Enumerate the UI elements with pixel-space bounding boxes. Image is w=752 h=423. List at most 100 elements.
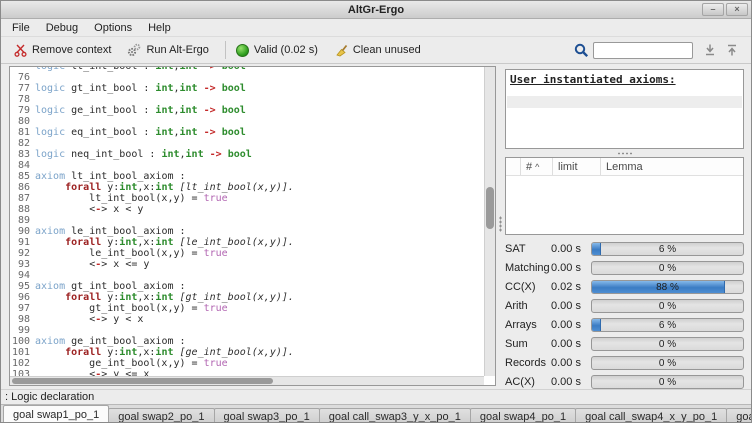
- code-line: 86 forall y:int,x:int [lt_int_bool(x,y)]…: [10, 182, 484, 193]
- menu-help[interactable]: Help: [140, 20, 179, 36]
- editor-vertical-scrollbar[interactable]: [484, 67, 495, 376]
- tab-goal-call_swap3_y_x_po_1[interactable]: goal call_swap3_y_x_po_1: [319, 408, 471, 423]
- tab-goal-swap3_po_1[interactable]: goal swap3_po_1: [214, 408, 320, 423]
- stat-row-arrays: Arrays0.00 s6 %: [505, 318, 744, 332]
- stat-row-arith: Arith0.00 s0 %: [505, 299, 744, 313]
- sort-ascending-icon: ^: [535, 162, 539, 172]
- instantiated-axioms-box[interactable]: User instantiated axioms:: [505, 69, 744, 149]
- stat-time: 0.02 s: [551, 281, 591, 293]
- code-lines: logic lt_int_bool : int,int -> bool7677l…: [10, 67, 484, 376]
- progress-percent-label: 6 %: [592, 319, 743, 331]
- search-next-button[interactable]: [699, 42, 721, 58]
- stat-progress-bar: 0 %: [591, 356, 744, 370]
- menu-debug[interactable]: Debug: [38, 20, 86, 36]
- tab-goal-swap4_po_1[interactable]: goal swap4_po_1: [470, 408, 576, 423]
- lemma-table: #^limitLemma: [505, 157, 744, 235]
- pane-splitter[interactable]: [496, 64, 505, 389]
- brush-icon: [334, 43, 348, 57]
- tab-goal-call_swap4_x_y_po_1[interactable]: goal call_swap4_x_y_po_1: [575, 408, 727, 423]
- stat-row-ccx: CC(X)0.02 s88 %: [505, 280, 744, 294]
- stat-label: Arrays: [505, 319, 551, 331]
- tab-goal-swap1_po_1[interactable]: goal swap1_po_1: [3, 405, 109, 423]
- search-input[interactable]: [593, 42, 693, 59]
- progress-percent-label: 0 %: [592, 338, 743, 350]
- progress-percent-label: 0 %: [592, 376, 743, 388]
- code-line: 78: [10, 94, 484, 105]
- window-title: AltGr-Ergo: [348, 4, 404, 16]
- stat-progress-bar: 6 %: [591, 242, 744, 256]
- close-button[interactable]: ×: [726, 3, 748, 16]
- remove-context-label: Remove context: [32, 44, 111, 56]
- stat-row-sat: SAT0.00 s6 %: [505, 242, 744, 256]
- stat-progress-bar: 0 %: [591, 261, 744, 275]
- splitter-grip-icon: [499, 216, 502, 232]
- code-line: 96 forall y:int,x:int [gt_int_bool(x,y)]…: [10, 292, 484, 303]
- right-panel: User instantiated axioms: #^limitLemma S…: [505, 64, 751, 389]
- scissors-icon: [14, 44, 27, 57]
- gears-icon: [127, 43, 141, 57]
- menu-options[interactable]: Options: [86, 20, 140, 36]
- goal-tab-bar: goal swap1_po_1goal swap2_po_1goal swap3…: [1, 404, 751, 423]
- code-line: 87 lt_int_bool(x,y) = true: [10, 193, 484, 204]
- menu-bar: FileDebugOptionsHelp: [1, 19, 751, 37]
- code-line: 76: [10, 72, 484, 83]
- code-line: 97 gt_int_bool(x,y) = true: [10, 303, 484, 314]
- code-line: 100axiom ge_int_bool_axiom :: [10, 336, 484, 347]
- code-line: 94: [10, 270, 484, 281]
- code-line: 80: [10, 116, 484, 127]
- lemma-col-limit[interactable]: limit: [553, 158, 601, 175]
- solver-status: Valid (0.02 s): [231, 42, 323, 59]
- code-line: 103 <-> y <= x: [10, 369, 484, 376]
- run-alt-ergo-label: Run Alt-Ergo: [146, 44, 208, 56]
- code-line: 82: [10, 138, 484, 149]
- stat-row-acx: AC(X)0.00 s0 %: [505, 375, 744, 389]
- progress-percent-label: 0 %: [592, 262, 743, 274]
- main-area: logic lt_int_bool : int,int -> bool7677l…: [1, 64, 751, 389]
- clean-unused-label: Clean unused: [353, 44, 421, 56]
- window-controls: – ×: [702, 3, 748, 16]
- stats-panel: SAT0.00 s6 %Matching0.00 s0 %CC(X)0.02 s…: [505, 242, 744, 389]
- tab-goal-call_swap4_y_x_po_1[interactable]: goal call_swap4_y_x_po_1: [726, 408, 752, 423]
- tab-goal-swap2_po_1[interactable]: goal swap2_po_1: [108, 408, 214, 423]
- horizontal-scrollbar-thumb[interactable]: [12, 378, 273, 384]
- vertical-scrollbar-thumb[interactable]: [486, 187, 494, 229]
- run-alt-ergo-button[interactable]: Run Alt-Ergo: [122, 41, 213, 59]
- toolbar-separator: [225, 41, 226, 59]
- stat-progress-bar: 0 %: [591, 299, 744, 313]
- code-line: 84: [10, 160, 484, 171]
- lemma-col-id[interactable]: #^: [521, 158, 553, 175]
- stat-progress-bar: 6 %: [591, 318, 744, 332]
- progress-percent-label: 0 %: [592, 357, 743, 369]
- app-window: AltGr-Ergo – × FileDebugOptionsHelp Remo…: [0, 0, 752, 423]
- code-line: 90axiom le_int_bool_axiom :: [10, 226, 484, 237]
- right-panel-splitter[interactable]: [505, 149, 744, 157]
- lemma-col-spacer: [506, 158, 521, 175]
- instantiated-axioms-title: User instantiated axioms:: [506, 70, 743, 89]
- toolbar: Remove context Run Alt-Ergo Valid (0.02 …: [1, 37, 751, 64]
- stat-time: 0.00 s: [551, 376, 591, 388]
- code-line: 89: [10, 215, 484, 226]
- stat-label: Records: [505, 357, 551, 369]
- lemma-col-lemma[interactable]: Lemma: [601, 158, 743, 175]
- search-prev-button[interactable]: [721, 42, 743, 58]
- code-line: 101 forall y:int,x:int [ge_int_bool(x,y)…: [10, 347, 484, 358]
- splitter-grip-icon: [617, 152, 633, 155]
- clean-unused-button[interactable]: Clean unused: [329, 41, 426, 59]
- progress-percent-label: 0 %: [592, 300, 743, 312]
- code-line: 88 <-> x < y: [10, 204, 484, 215]
- minimize-button[interactable]: –: [702, 3, 724, 16]
- code-line: 83logic neq_int_bool : int,int -> bool: [10, 149, 484, 160]
- stat-row-sum: Sum0.00 s0 %: [505, 337, 744, 351]
- status-text: : Logic declaration: [5, 391, 94, 403]
- code-line: 93 <-> x <= y: [10, 259, 484, 270]
- remove-context-button[interactable]: Remove context: [9, 42, 116, 59]
- search-icon: [574, 43, 589, 58]
- stat-label: Arith: [505, 300, 551, 312]
- code-area[interactable]: logic lt_int_bool : int,int -> bool7677l…: [10, 67, 484, 376]
- code-line: 92 le_int_bool(x,y) = true: [10, 248, 484, 259]
- stat-label: AC(X): [505, 376, 551, 388]
- code-line: 85axiom lt_int_bool_axiom :: [10, 171, 484, 182]
- editor-horizontal-scrollbar[interactable]: [10, 376, 484, 385]
- menu-file[interactable]: File: [4, 20, 38, 36]
- stat-time: 0.00 s: [551, 262, 591, 274]
